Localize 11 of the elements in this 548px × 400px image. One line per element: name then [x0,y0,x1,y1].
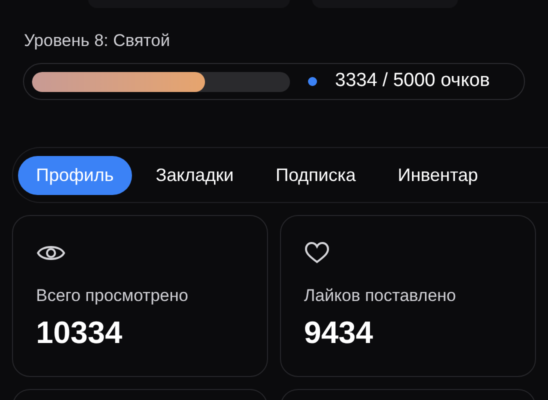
tab[interactable]: Инвентар [380,156,496,194]
stat-label: Лайков поставлено [304,285,456,307]
points-text: 3334 / 5000 очков [335,69,490,94]
stat-value: 9434 [304,314,373,350]
heart-icon [304,241,330,265]
tab[interactable]: Подписка [258,156,374,194]
level-title: Уровень 8: Святой [24,30,170,52]
tab[interactable]: Профиль [18,156,132,194]
stat-value: 10334 [36,314,122,350]
tab[interactable]: Закладки [138,156,252,194]
stat-label: Всего просмотрено [36,285,188,307]
